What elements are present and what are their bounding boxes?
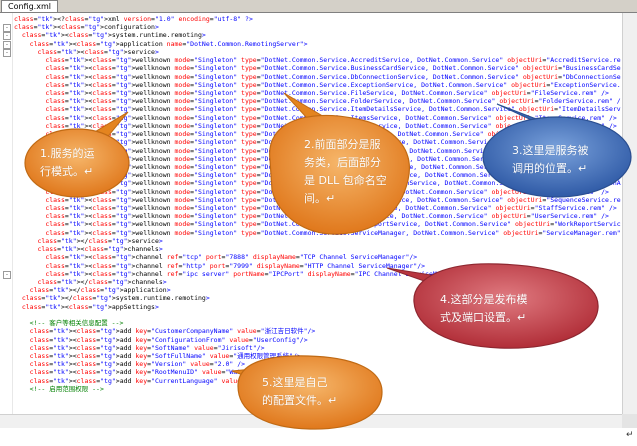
code-line-text: class="tk"><class="tg">wellknown mode="S… xyxy=(45,220,621,229)
code-editor[interactable]: class="tk"><?class="tg">xml version="1.0… xyxy=(0,13,621,414)
code-line-text: class="tk"></class="tg">channels> xyxy=(37,278,167,286)
code-line: class="tk"><class="tg">application name=… xyxy=(3,39,621,49)
code-line: class="tk"><class="tg">channels> xyxy=(14,245,621,253)
code-line-text: class="tk"><class="tg">channels> xyxy=(37,245,163,254)
code-line: class="tk"><class="tg">system.runtime.re… xyxy=(3,31,621,41)
code-line-text: class="tk"><class="tg">add key="Version"… xyxy=(29,360,246,369)
code-line: class="tk"><class="tg">configuration> - xyxy=(3,23,621,33)
fold-gutter xyxy=(0,13,13,414)
fold-toggle-icon[interactable]: - xyxy=(3,32,11,41)
code-line-text: class="tk"><class="tg">channel ref="http… xyxy=(45,261,426,270)
code-line: class="tk"><class="tg">wellknown mode="S… xyxy=(14,89,621,97)
code-line: class="tk"><class="tg">wellknown mode="S… xyxy=(14,97,621,105)
code-line-text: class="tk"><class="tg">add key="RootMenu… xyxy=(29,368,261,377)
code-line-text: class="tk"><class="tg">wellknown mode="S… xyxy=(45,56,621,65)
scrollbar-corner xyxy=(622,414,637,428)
code-line-text: class="tk"><class="tg">add key="SoftFull… xyxy=(29,351,301,360)
fold-toggle-icon[interactable]: - xyxy=(3,48,11,57)
code-line-text: class="tk"><class="tg">wellknown mode="S… xyxy=(45,64,621,73)
code-line-text: class="tk"><class="tg">application name=… xyxy=(29,39,308,48)
callout-5-text: 5.这里是自己 的配置文件。↵ xyxy=(262,376,338,407)
code-line: class="tk"><class="tg">add key="SoftFull… xyxy=(14,352,621,360)
code-line: class="tk"><class="tg">add key="SoftName… xyxy=(14,344,621,352)
code-line: class="tk"><class="tg">wellknown mode="S… xyxy=(14,229,621,237)
document-tab-bar: Config.xml xyxy=(0,0,637,13)
code-line: class="tk"><class="tg">add key="Version"… xyxy=(14,360,621,368)
code-line-text: class="tk"><?class="tg">xml version="1.0… xyxy=(14,15,253,23)
code-line-text: class="tk"><class="tg">channel ref="ipc … xyxy=(45,269,473,278)
fold-toggle-icon[interactable]: - xyxy=(3,270,11,279)
code-line-text: class="tk"><class="tg">add key="Customer… xyxy=(29,327,316,336)
horizontal-scrollbar[interactable] xyxy=(0,414,622,429)
code-line: class="tk"></class="tg">application> xyxy=(14,286,621,294)
code-line: class="tk"><class="tg">add key="Customer… xyxy=(14,327,621,335)
code-line-text: class="tk"></class="tg">system.runtime.r… xyxy=(21,294,210,303)
code-line: class="tk"><class="tg">wellknown mode="S… xyxy=(14,64,621,72)
callout-4-text: 4.这部分是发布模 式及端口设置。↵ xyxy=(440,293,528,324)
code-line-text: class="tk"></class="tg">application> xyxy=(29,286,171,295)
fold-toggle-icon[interactable]: - xyxy=(3,40,11,49)
vertical-scrollbar[interactable] xyxy=(622,13,637,414)
code-line: class="tk"><class="tg">wellknown mode="S… xyxy=(14,73,621,81)
code-line-text: class="tk"><class="tg">wellknown mode="S… xyxy=(45,72,621,81)
code-line-text: class="tk"><class="tg">add key="SoftName… xyxy=(29,343,265,352)
code-line: class="tk"><class="tg">wellknown mode="S… xyxy=(14,122,621,130)
code-line: class="tk"></class="tg">system.runtime.r… xyxy=(14,294,621,302)
code-line-text: class="tk"></class="tg">service> xyxy=(37,236,163,245)
code-line: class="tk"><class="tg">wellknown mode="S… xyxy=(14,56,621,64)
code-line-text: class="tk"><class="tg">wellknown mode="S… xyxy=(45,113,617,122)
code-line-text: class="tk"><class="tg">wellknown mode="S… xyxy=(45,97,621,106)
code-line-text: class="tk"><class="tg">wellknown mode="S… xyxy=(45,212,609,221)
code-line: class="tk"><class="tg">appSettings> xyxy=(14,303,621,311)
code-line-text: class="tk"><class="tg">system.runtime.re… xyxy=(21,31,206,40)
code-line: class="tk"></class="tg">service> xyxy=(14,237,621,245)
code-line-text: class="tk"><class="tg">wellknown mode="S… xyxy=(45,88,609,97)
code-line-text: class="tk"><class="tg">wellknown mode="S… xyxy=(45,121,617,130)
code-line: class="tk"><class="tg">wellknown mode="S… xyxy=(14,220,621,228)
code-line: class="tk"><class="tg">channel ref="ipc … xyxy=(3,269,621,279)
end-mark-icon: ↵ xyxy=(626,430,634,440)
code-line-text: class="tk"><class="tg">service> xyxy=(37,47,159,56)
code-line-text: class="tk"><class="tg">wellknown mode="S… xyxy=(45,80,621,89)
code-line-text: class="tk"><class="tg">wellknown mode="S… xyxy=(45,105,621,114)
tab-config-xml[interactable]: Config.xml xyxy=(1,0,58,12)
code-line-text: class="tk"><class="tg">configuration> xyxy=(14,23,159,32)
code-line: class="tk"><class="tg">wellknown mode="S… xyxy=(14,114,621,122)
fold-toggle-icon[interactable]: - xyxy=(3,24,11,33)
code-line: class="tk"><class="tg">add key="Configur… xyxy=(14,336,621,344)
code-line: class="tk"><class="tg">channel ref="http… xyxy=(14,262,621,270)
code-line: class="tk"></class="tg">channels> xyxy=(14,278,621,286)
code-line-text: <!-- 启用范围权限 --> xyxy=(14,384,104,393)
code-line-text: class="tk"><class="tg">add key="Configur… xyxy=(29,335,308,344)
code-line-text: class="tk"><class="tg">wellknown mode="S… xyxy=(45,228,621,237)
callout-2-text: 2.前面部分是服 务类，后面部分 是 DLL 包命名空 间。↵ xyxy=(304,138,387,205)
code-line: class="tk"><class="tg">channel ref="tcp"… xyxy=(14,253,621,261)
callout-3-text: 3.这里是服务被 调用的位置。↵ xyxy=(512,144,589,175)
callout-1-text: 1.服务的运 行模式。↵ xyxy=(40,147,95,178)
code-line-text: class="tk"><class="tg">add key="CurrentL… xyxy=(29,376,285,385)
code-line: class="tk"><class="tg">wellknown mode="S… xyxy=(14,105,621,113)
code-line-text: class="tk"><class="tg">appSettings> xyxy=(21,302,159,311)
status-area: ↵ xyxy=(0,428,637,446)
code-line-text: class="tk"><class="tg">channel ref="tcp"… xyxy=(45,253,418,262)
code-line: class="tk"><?class="tg">xml version="1.0… xyxy=(14,15,621,23)
code-line: class="tk"><class="tg">service> - xyxy=(3,47,621,57)
code-line: class="tk"><class="tg">wellknown mode="S… xyxy=(14,81,621,89)
code-line: class="tk"><class="tg">wellknown mode="S… xyxy=(14,212,621,220)
